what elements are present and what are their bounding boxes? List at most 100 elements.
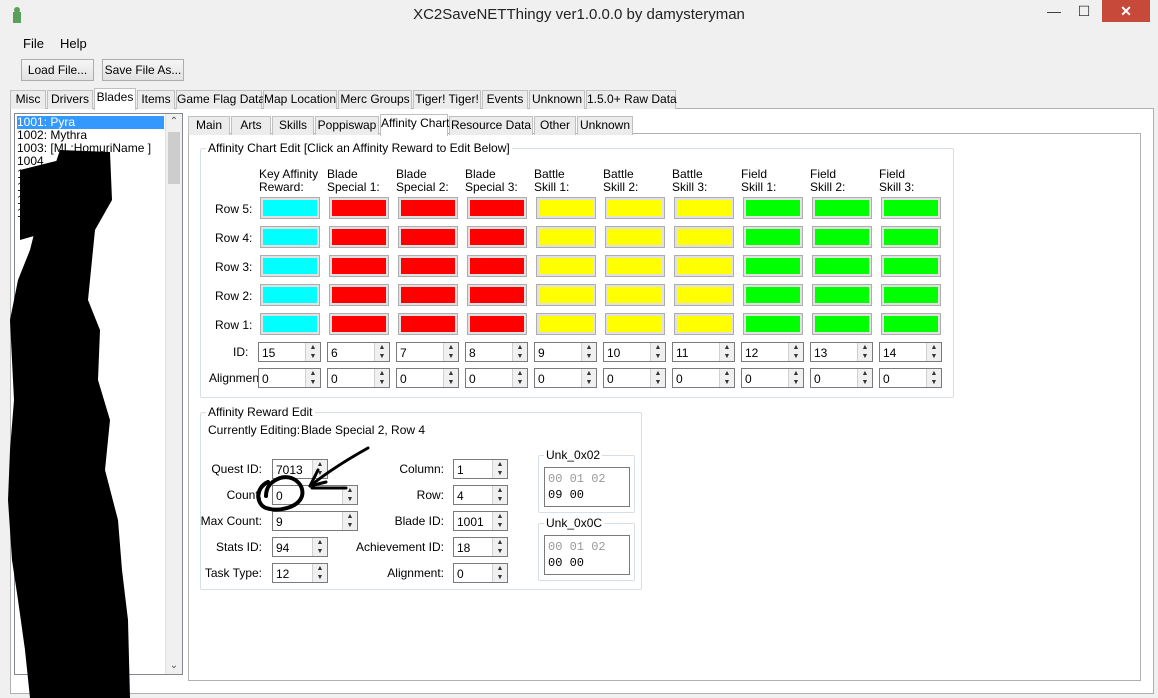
- spin-down-icon[interactable]: ▼: [444, 352, 458, 361]
- spin-up-icon[interactable]: ▲: [493, 460, 507, 469]
- spin-up-icon[interactable]: ▲: [651, 343, 665, 352]
- save-file-as-button[interactable]: Save File As...: [102, 59, 184, 81]
- spin-down-icon[interactable]: ▼: [493, 573, 507, 582]
- close-button[interactable]: ✕: [1102, 0, 1150, 22]
- affinity-cell-button[interactable]: [743, 197, 803, 219]
- spin-down-icon[interactable]: ▼: [375, 352, 389, 361]
- affinity-cell-button[interactable]: [881, 284, 941, 306]
- affinity-cell-button[interactable]: [329, 197, 389, 219]
- spin-down-icon[interactable]: ▼: [789, 352, 803, 361]
- sub-tab-unknown[interactable]: Unknown: [577, 116, 633, 135]
- sub-tab-main[interactable]: Main: [188, 116, 230, 135]
- spin-down-icon[interactable]: ▼: [513, 378, 527, 387]
- row-spinner[interactable]: 4 ▲ ▼: [453, 485, 508, 505]
- sub-tab-other[interactable]: Other: [534, 116, 576, 135]
- blade-listbox[interactable]: 1001: Pyra 1002: Mythra 1003: [ML:HomuriNa…: [14, 113, 183, 675]
- spin-down-icon[interactable]: ▼: [493, 547, 507, 556]
- sub-tab-poppiswap[interactable]: Poppiswap: [315, 116, 379, 135]
- affinity-cell-button[interactable]: [398, 226, 458, 248]
- affinity-cell-button[interactable]: [398, 255, 458, 277]
- id-spinner[interactable]: 14 ▲ ▼: [879, 342, 942, 362]
- achievement-id-spinner[interactable]: 18 ▲ ▼: [453, 537, 508, 557]
- main-tab-items[interactable]: Items: [137, 90, 175, 109]
- affinity-cell-button[interactable]: [605, 226, 665, 248]
- id-spinner[interactable]: 8 ▲ ▼: [465, 342, 528, 362]
- reward-alignment-spinner[interactable]: 0 ▲ ▼: [453, 563, 508, 583]
- spin-up-icon[interactable]: ▲: [513, 369, 527, 378]
- affinity-cell-button[interactable]: [812, 255, 872, 277]
- spin-down-icon[interactable]: ▼: [582, 352, 596, 361]
- spin-up-icon[interactable]: ▲: [789, 343, 803, 352]
- alignment-spinner[interactable]: 0 ▲ ▼: [327, 368, 390, 388]
- affinity-cell-button[interactable]: [605, 313, 665, 335]
- affinity-cell-button[interactable]: [329, 284, 389, 306]
- affinity-cell-button[interactable]: [743, 313, 803, 335]
- main-tab-merc-groups[interactable]: Merc Groups: [338, 90, 412, 109]
- affinity-cell-button[interactable]: [398, 284, 458, 306]
- spin-up-icon[interactable]: ▲: [927, 343, 941, 352]
- spin-up-icon[interactable]: ▲: [582, 343, 596, 352]
- main-tab-map-location[interactable]: Map Location: [263, 90, 337, 109]
- main-tab-drivers[interactable]: Drivers: [47, 90, 93, 109]
- task-type-spinner[interactable]: 12 ▲ ▼: [272, 563, 328, 583]
- spin-down-icon[interactable]: ▼: [720, 378, 734, 387]
- main-tab-tiger-tiger-[interactable]: Tiger! Tiger!: [413, 90, 481, 109]
- spin-up-icon[interactable]: ▲: [493, 486, 507, 495]
- main-tab-misc[interactable]: Misc: [10, 90, 46, 109]
- blade-list-scrollbar[interactable]: ⌃ ⌄: [165, 114, 182, 674]
- spin-up-icon[interactable]: ▲: [513, 343, 527, 352]
- affinity-cell-button[interactable]: [812, 313, 872, 335]
- spin-up-icon[interactable]: ▲: [313, 564, 327, 573]
- id-spinner[interactable]: 13 ▲ ▼: [810, 342, 873, 362]
- affinity-cell-button[interactable]: [260, 284, 320, 306]
- id-spinner[interactable]: 7 ▲ ▼: [396, 342, 459, 362]
- affinity-cell-button[interactable]: [812, 226, 872, 248]
- spin-up-icon[interactable]: ▲: [493, 512, 507, 521]
- blade-id-spinner[interactable]: 1001 ▲ ▼: [453, 511, 508, 531]
- spin-down-icon[interactable]: ▼: [313, 547, 327, 556]
- spin-down-icon[interactable]: ▼: [493, 521, 507, 530]
- spin-down-icon[interactable]: ▼: [306, 352, 320, 361]
- affinity-cell-button[interactable]: [674, 284, 734, 306]
- menu-file[interactable]: File: [23, 36, 44, 51]
- affinity-cell-button[interactable]: [329, 255, 389, 277]
- sub-tab-resource-data[interactable]: Resource Data: [449, 116, 533, 135]
- column-spinner[interactable]: 1 ▲ ▼: [453, 459, 508, 479]
- affinity-cell-button[interactable]: [260, 197, 320, 219]
- alignment-spinner[interactable]: 0 ▲ ▼: [603, 368, 666, 388]
- hex-data[interactable]: 09 00: [548, 488, 584, 502]
- affinity-cell-button[interactable]: [260, 226, 320, 248]
- spin-up-icon[interactable]: ▲: [375, 369, 389, 378]
- spin-down-icon[interactable]: ▼: [493, 495, 507, 504]
- affinity-cell-button[interactable]: [881, 226, 941, 248]
- main-tab-blades[interactable]: Blades: [94, 88, 136, 110]
- affinity-cell-button[interactable]: [398, 313, 458, 335]
- spin-down-icon[interactable]: ▼: [375, 378, 389, 387]
- affinity-cell-button[interactable]: [605, 197, 665, 219]
- load-file-button[interactable]: Load File...: [21, 59, 94, 81]
- spin-up-icon[interactable]: ▲: [858, 343, 872, 352]
- quest-id-spinner[interactable]: 7013 ▲ ▼: [272, 459, 328, 479]
- spin-up-icon[interactable]: ▲: [444, 343, 458, 352]
- affinity-cell-button[interactable]: [674, 255, 734, 277]
- spin-up-icon[interactable]: ▲: [858, 369, 872, 378]
- spin-down-icon[interactable]: ▼: [927, 352, 941, 361]
- affinity-cell-button[interactable]: [329, 313, 389, 335]
- alignment-spinner[interactable]: 0 ▲ ▼: [810, 368, 873, 388]
- affinity-cell-button[interactable]: [881, 313, 941, 335]
- affinity-cell-button[interactable]: [812, 284, 872, 306]
- affinity-cell-button[interactable]: [467, 255, 527, 277]
- spin-down-icon[interactable]: ▼: [858, 378, 872, 387]
- spin-down-icon[interactable]: ▼: [720, 352, 734, 361]
- id-spinner[interactable]: 10 ▲ ▼: [603, 342, 666, 362]
- menu-help[interactable]: Help: [60, 36, 87, 51]
- spin-up-icon[interactable]: ▲: [493, 564, 507, 573]
- spin-up-icon[interactable]: ▲: [720, 369, 734, 378]
- affinity-cell-button[interactable]: [536, 255, 596, 277]
- sub-tab-skills[interactable]: Skills: [272, 116, 314, 135]
- spin-up-icon[interactable]: ▲: [720, 343, 734, 352]
- spin-up-icon[interactable]: ▲: [582, 369, 596, 378]
- spin-down-icon[interactable]: ▼: [582, 378, 596, 387]
- affinity-cell-button[interactable]: [467, 197, 527, 219]
- scroll-up-icon[interactable]: ⌃: [166, 114, 182, 130]
